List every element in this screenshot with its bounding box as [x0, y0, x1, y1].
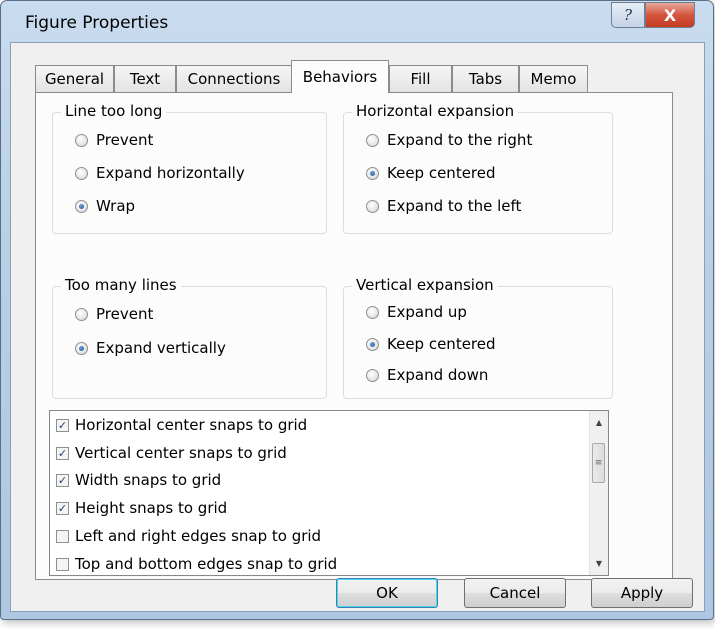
list-item-label: Width snaps to grid	[75, 471, 222, 489]
window-title: Figure Properties	[25, 13, 169, 33]
radio-label: Expand to the left	[387, 197, 522, 215]
radio-button-selected[interactable]	[366, 337, 379, 351]
tab-label: Behaviors	[302, 68, 378, 86]
radio-label: Expand vertically	[96, 339, 226, 357]
checkbox-checked[interactable]: ✓	[56, 418, 69, 432]
list-item[interactable]: ✓ Height snaps to grid	[56, 497, 227, 519]
tab-label: Memo	[530, 70, 577, 88]
button-label: Cancel	[489, 584, 541, 602]
list-item-label: Left and right edges snap to grid	[75, 527, 322, 545]
radio-keep-centered-vertical[interactable]: Keep centered	[366, 335, 496, 353]
tab-behaviors[interactable]: Behaviors	[291, 60, 389, 93]
close-button[interactable]: X	[645, 2, 695, 28]
checkbox-unchecked[interactable]	[56, 557, 69, 571]
group-vertical-expansion: Vertical expansion Expand up Keep center…	[343, 276, 613, 399]
behaviors-panel: Line too long Prevent Expand horizontall…	[35, 92, 673, 580]
checkbox-checked[interactable]: ✓	[56, 501, 69, 515]
tab-label: Fill	[410, 70, 431, 88]
list-item-label: Vertical center snaps to grid	[75, 444, 287, 462]
radio-button[interactable]	[366, 199, 379, 213]
tab-label: Text	[129, 70, 161, 88]
tab-tabs[interactable]: Tabs	[452, 65, 519, 92]
button-label: OK	[376, 584, 398, 602]
radio-label: Keep centered	[387, 335, 496, 353]
apply-button[interactable]: Apply	[591, 578, 693, 608]
list-item[interactable]: ✓ Width snaps to grid	[56, 469, 221, 491]
radio-label: Expand up	[387, 303, 467, 321]
dialog-client-area: General Text Connections Behaviors Fill …	[10, 42, 705, 612]
list-item-label: Height snaps to grid	[75, 499, 228, 517]
tab-general[interactable]: General	[35, 65, 114, 92]
checkbox-checked[interactable]: ✓	[56, 473, 69, 487]
close-icon: X	[663, 5, 677, 25]
cancel-button[interactable]: Cancel	[464, 578, 566, 608]
tab-connections[interactable]: Connections	[176, 65, 292, 92]
radio-line-prevent[interactable]: Prevent	[75, 131, 153, 149]
tab-label: Connections	[187, 70, 281, 88]
dialog-window: Figure Properties ? X General Text Conne…	[0, 0, 714, 620]
radio-button[interactable]	[366, 133, 379, 147]
tab-fill[interactable]: Fill	[389, 65, 452, 92]
title-bar[interactable]: Figure Properties ? X	[1, 1, 713, 41]
radio-button[interactable]	[366, 305, 379, 319]
radio-keep-centered-horizontal[interactable]: Keep centered	[366, 164, 496, 182]
button-label: Apply	[620, 584, 664, 602]
radio-button[interactable]	[75, 166, 88, 180]
checkbox-unchecked[interactable]	[56, 529, 69, 543]
radio-button-selected[interactable]	[75, 341, 88, 355]
help-button[interactable]: ?	[611, 2, 645, 28]
radio-label: Prevent	[96, 131, 154, 149]
radio-label: Expand down	[387, 366, 489, 384]
list-item[interactable]: ✓ Horizontal center snaps to grid	[56, 414, 307, 436]
radio-button[interactable]	[75, 307, 88, 321]
radio-button[interactable]	[75, 133, 88, 147]
radio-expand-vertically[interactable]: Expand vertically	[75, 339, 226, 357]
radio-button-selected[interactable]	[366, 166, 379, 180]
radio-button-selected[interactable]	[75, 199, 88, 213]
help-icon: ?	[623, 6, 633, 24]
scrollbar-thumb[interactable]: ≡	[592, 443, 605, 483]
radio-expand-right[interactable]: Expand to the right	[366, 131, 532, 149]
radio-line-wrap[interactable]: Wrap	[75, 197, 135, 215]
radio-button[interactable]	[366, 368, 379, 382]
radio-label: Keep centered	[387, 164, 496, 182]
group-line-too-long: Line too long Prevent Expand horizontall…	[52, 102, 327, 234]
tab-label: General	[44, 70, 105, 88]
list-item-label: Top and bottom edges snap to grid	[75, 555, 338, 573]
radio-label: Expand to the right	[387, 131, 533, 149]
radio-label: Wrap	[96, 197, 136, 215]
group-horizontal-expansion: Horizontal expansion Expand to the right…	[343, 102, 613, 234]
radio-expand-left[interactable]: Expand to the left	[366, 197, 521, 215]
snap-options-list[interactable]: ✓ Horizontal center snaps to grid ✓ Vert…	[49, 410, 609, 576]
radio-label: Expand horizontally	[96, 164, 245, 182]
tab-memo[interactable]: Memo	[519, 65, 588, 92]
group-title: Vertical expansion	[352, 276, 498, 294]
scroll-up-arrow-icon[interactable]: ▲	[590, 414, 608, 431]
radio-line-expand-horizontally[interactable]: Expand horizontally	[75, 164, 245, 182]
vertical-scrollbar[interactable]: ▲ ≡ ▼	[589, 411, 608, 575]
scroll-down-arrow-icon[interactable]: ▼	[590, 555, 608, 572]
radio-label: Prevent	[96, 305, 154, 323]
group-too-many-lines: Too many lines Prevent Expand vertically	[52, 276, 327, 399]
list-item[interactable]: Left and right edges snap to grid	[56, 525, 321, 547]
list-item[interactable]: ✓ Vertical center snaps to grid	[56, 442, 287, 464]
group-title: Line too long	[61, 102, 167, 120]
group-title: Too many lines	[61, 276, 181, 294]
ok-button[interactable]: OK	[336, 578, 438, 608]
radio-lines-prevent[interactable]: Prevent	[75, 305, 153, 323]
checkbox-checked[interactable]: ✓	[56, 446, 69, 460]
group-title: Horizontal expansion	[352, 102, 519, 120]
list-item[interactable]: Top and bottom edges snap to grid	[56, 553, 337, 575]
list-item-label: Horizontal center snaps to grid	[75, 416, 308, 434]
tab-text[interactable]: Text	[114, 65, 176, 92]
radio-expand-down[interactable]: Expand down	[366, 366, 488, 384]
radio-expand-up[interactable]: Expand up	[366, 303, 467, 321]
tab-label: Tabs	[468, 70, 503, 88]
